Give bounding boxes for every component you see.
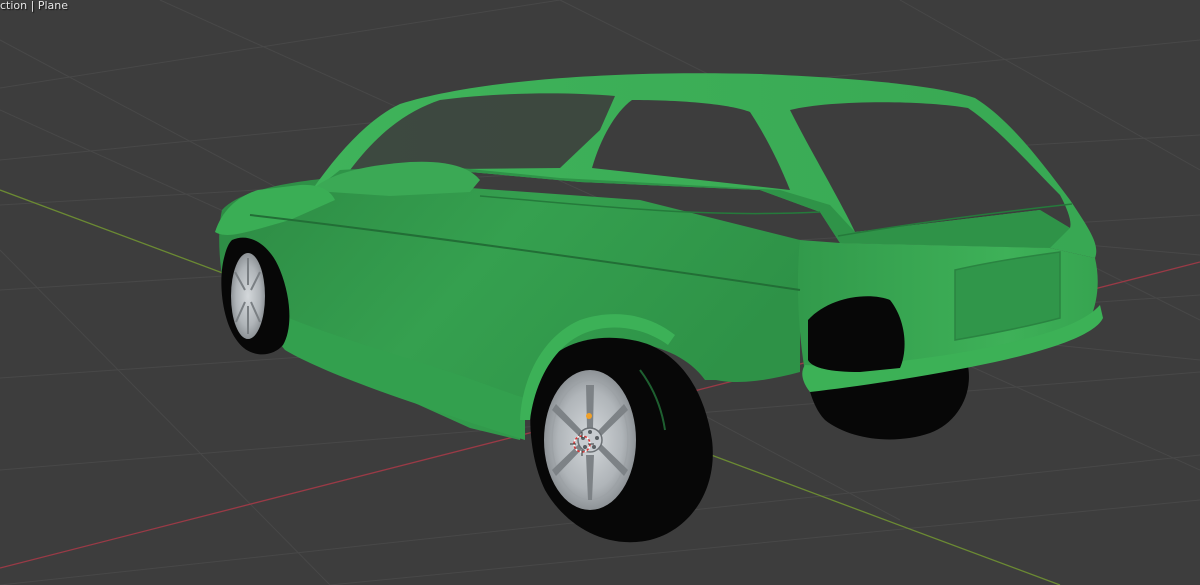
viewport-info-text: ction | Plane bbox=[0, 0, 68, 12]
viewport-canvas[interactable] bbox=[0, 0, 1200, 585]
object-origin-marker bbox=[586, 413, 592, 419]
3d-viewport[interactable]: ction | Plane bbox=[0, 0, 1200, 585]
car-body-mesh[interactable] bbox=[215, 73, 1103, 543]
